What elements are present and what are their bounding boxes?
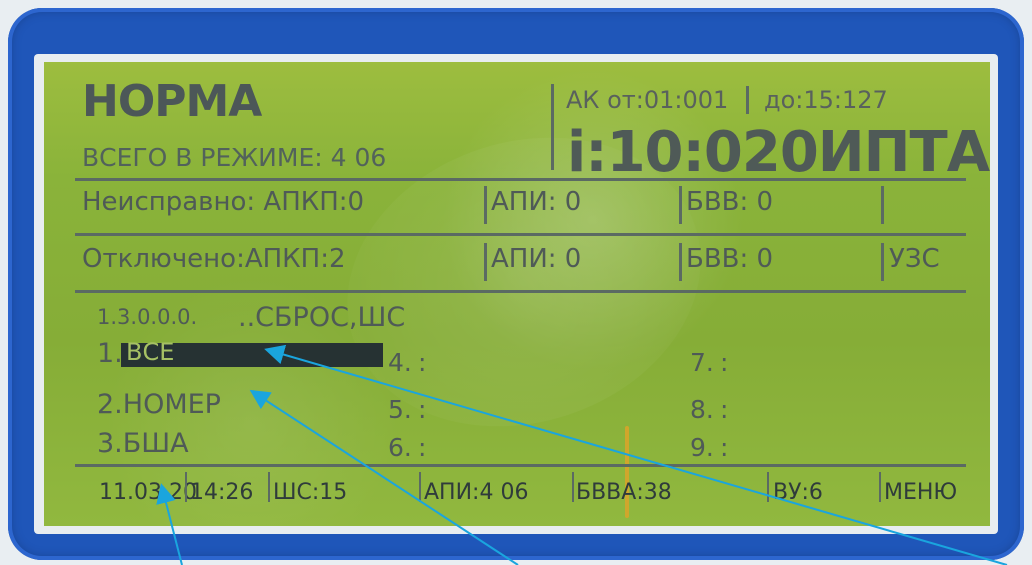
status-divider-2: [268, 472, 270, 502]
faulty-row-divider-2: [679, 186, 682, 224]
faulty-bvv: БВВ: 0: [686, 187, 774, 217]
menu-item-1-number[interactable]: 1.: [97, 338, 123, 369]
disabled-row-divider-2: [679, 243, 682, 281]
menu-slot-9[interactable]: 9.: [690, 433, 714, 462]
disabled-api: АПИ: 0: [491, 244, 582, 274]
middle-divider: [75, 233, 966, 236]
status-divider-3: [419, 472, 421, 502]
upper-divider: [75, 178, 966, 181]
menu-slot-5-colon: :: [418, 395, 427, 424]
menu-button[interactable]: МЕНЮ: [884, 480, 957, 505]
faulty-row-divider-3: [881, 186, 884, 224]
status-divider-6: [879, 472, 881, 502]
menu-slot-8[interactable]: 8.: [690, 395, 714, 424]
faulty-row-label: Неисправно: АПКП:0: [82, 187, 365, 217]
menu-slot-9-colon: :: [720, 433, 729, 462]
header-divider: [551, 84, 554, 170]
disabled-row-label: Отключено:АПКП:2: [82, 244, 346, 274]
status-vu: ВУ:6: [773, 480, 823, 505]
disabled-bvv: БВВ: 0: [686, 244, 774, 274]
menu-slot-6-colon: :: [418, 433, 427, 462]
mode-summary: ВСЕГО В РЕЖИМЕ: 4 06: [82, 143, 387, 172]
faulty-api: АПИ: 0: [491, 187, 582, 217]
disabled-uzs: УЗС: [889, 244, 940, 274]
mode-title: НОРМА: [82, 76, 262, 127]
menu-slot-4-colon: :: [418, 348, 427, 377]
menu-item-2[interactable]: 2.НОМЕР: [97, 389, 221, 420]
status-api: АПИ:4 06: [424, 480, 529, 505]
menu-code: 1.3.0.0.0.: [97, 305, 198, 329]
status-shs: ШС:15: [273, 480, 348, 505]
lower-divider: [75, 290, 966, 293]
status-divider: [75, 464, 966, 467]
menu-action: ..СБРОС,ШС: [238, 302, 406, 333]
device-photo: НОРМА ВСЕГО В РЕЖИМЕ: 4 06 АК от:01:001 …: [0, 0, 1032, 565]
menu-slot-7-colon: :: [720, 348, 729, 377]
status-date: 11.03.20: [99, 480, 197, 505]
status-bvva: БВВА:38: [576, 480, 672, 505]
menu-slot-5[interactable]: 5.: [388, 395, 412, 424]
status-divider-4: [572, 472, 574, 502]
status-divider-1: [185, 472, 187, 502]
current-device-readout: i:10:020ИПТА: [567, 120, 990, 185]
disabled-row-divider-3: [881, 243, 884, 281]
header-divider-small: [746, 86, 749, 114]
selected-menu-item-label[interactable]: ВСЕ: [126, 338, 174, 366]
status-time: 14:26: [190, 480, 254, 505]
disabled-row-divider-1: [484, 243, 487, 281]
menu-slot-8-colon: :: [720, 395, 729, 424]
ak-range-start: АК от:01:001: [566, 86, 729, 114]
status-divider-5: [767, 472, 769, 502]
menu-slot-7[interactable]: 7.: [690, 348, 714, 377]
ak-range-end: до:15:127: [764, 86, 888, 114]
menu-item-3[interactable]: 3.БША: [97, 428, 189, 459]
faulty-row-divider-1: [484, 186, 487, 224]
menu-slot-4[interactable]: 4.: [388, 348, 412, 377]
menu-slot-6[interactable]: 6.: [388, 433, 412, 462]
